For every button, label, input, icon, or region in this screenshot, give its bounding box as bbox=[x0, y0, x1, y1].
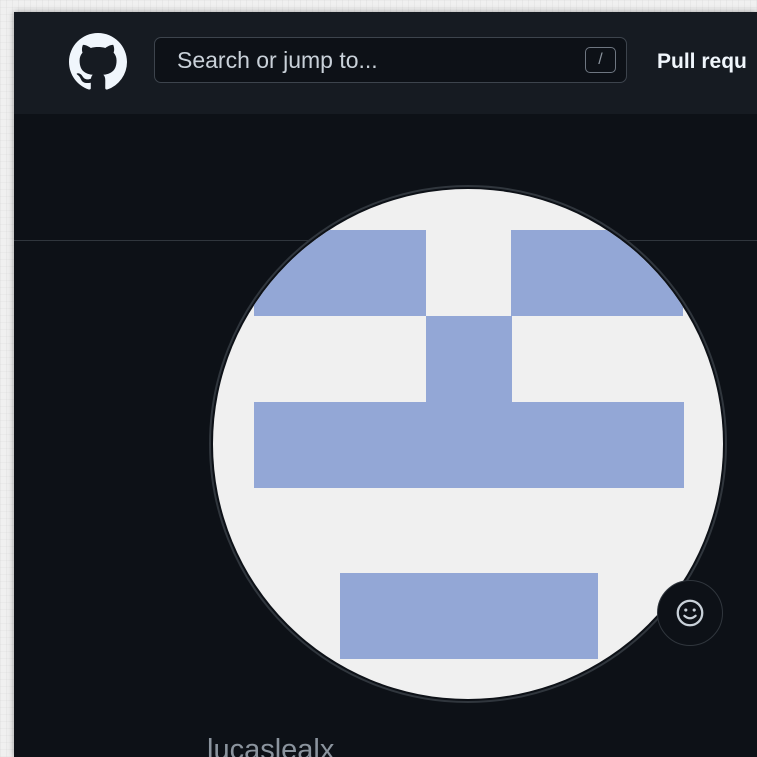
identicon-block bbox=[511, 230, 683, 316]
profile-avatar[interactable] bbox=[209, 185, 727, 703]
search-input[interactable]: Search or jump to... / bbox=[154, 37, 627, 83]
smiley-icon bbox=[676, 599, 704, 627]
identicon-block bbox=[254, 402, 684, 488]
browser-window: Search or jump to... / Pull requ lucasle… bbox=[14, 12, 757, 757]
set-status-button[interactable] bbox=[657, 580, 723, 646]
identicon-block bbox=[254, 230, 426, 316]
profile-username: lucaslealx bbox=[207, 734, 335, 757]
identicon bbox=[213, 189, 723, 699]
identicon-block bbox=[426, 316, 512, 402]
search-placeholder: Search or jump to... bbox=[177, 47, 378, 73]
header: Search or jump to... / Pull requ bbox=[14, 12, 757, 114]
identicon-block bbox=[340, 573, 598, 659]
slash-shortcut-badge: / bbox=[585, 47, 616, 73]
nav-pull-requests[interactable]: Pull requ bbox=[657, 12, 747, 112]
github-logo-icon[interactable] bbox=[69, 33, 127, 91]
